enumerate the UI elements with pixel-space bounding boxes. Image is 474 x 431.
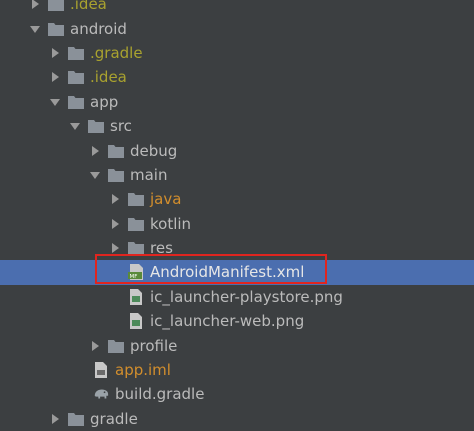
- tree-row-label: .gradle: [90, 43, 143, 62]
- tree-row-java[interactable]: java: [0, 187, 474, 211]
- manifest-file-icon: MF: [128, 264, 144, 281]
- tree-row-label: src: [110, 117, 132, 136]
- folder-icon: [108, 338, 124, 354]
- tree-row-label: android: [70, 19, 127, 38]
- tree-row-label: debug: [130, 141, 178, 160]
- tree-row-app-iml[interactable]: app.iml: [0, 358, 474, 382]
- tree-row-kotlin[interactable]: kotlin: [0, 212, 474, 236]
- tree-row-res[interactable]: res: [0, 236, 474, 260]
- chevron-right-icon[interactable]: [110, 218, 120, 229]
- tree-row-build-gradle[interactable]: build.gradle: [0, 382, 474, 406]
- tree-row-gradle[interactable]: gradle: [0, 407, 474, 431]
- tree-row-label: AndroidManifest.xml: [150, 263, 305, 282]
- folder-icon: [128, 191, 144, 207]
- chevron-right-icon[interactable]: [90, 145, 100, 156]
- tree-row-label: .idea: [70, 0, 107, 14]
- chevron-down-icon[interactable]: [30, 24, 40, 34]
- tree-row-gradle-cache[interactable]: .gradle: [0, 41, 474, 65]
- chevron-down-icon[interactable]: [70, 121, 80, 131]
- tree-row-label: app: [90, 92, 119, 111]
- project-tree: .idea android .gradle .idea app src debu…: [0, 0, 474, 431]
- image-file-icon: [128, 288, 144, 305]
- chevron-right-icon[interactable]: [50, 413, 60, 424]
- chevron-down-icon[interactable]: [50, 97, 60, 107]
- tree-row-src[interactable]: src: [0, 114, 474, 138]
- tree-row-label: .idea: [90, 68, 127, 87]
- chevron-down-icon[interactable]: [90, 170, 100, 180]
- folder-icon: [128, 216, 144, 232]
- folder-icon: [68, 45, 84, 61]
- folder-icon: [68, 69, 84, 85]
- tree-row-debug[interactable]: debug: [0, 138, 474, 162]
- folder-icon: [68, 94, 84, 110]
- chevron-right-icon[interactable]: [50, 72, 60, 83]
- chevron-right-icon[interactable]: [30, 0, 40, 10]
- tree-row-label: profile: [130, 336, 178, 355]
- folder-icon: [108, 167, 124, 183]
- tree-row-profile[interactable]: profile: [0, 333, 474, 357]
- tree-row-ic-launcher-web[interactable]: ic_launcher-web.png: [0, 309, 474, 333]
- folder-icon: [68, 411, 84, 427]
- tree-row-label: res: [150, 239, 173, 258]
- tree-row-main[interactable]: main: [0, 163, 474, 187]
- tree-row-label: ic_launcher-playstore.png: [150, 287, 343, 306]
- tree-row-label: gradle: [90, 409, 138, 428]
- image-file-icon: [128, 313, 144, 330]
- folder-icon: [128, 240, 144, 256]
- gradle-elephant-icon: [93, 386, 109, 402]
- svg-text:MF: MF: [130, 274, 138, 280]
- tree-row-label: main: [130, 165, 168, 184]
- chevron-right-icon[interactable]: [90, 340, 100, 351]
- chevron-right-icon[interactable]: [50, 47, 60, 58]
- tree-row-idea[interactable]: .idea: [0, 65, 474, 89]
- tree-row-app[interactable]: app: [0, 90, 474, 114]
- module-file-icon: [93, 362, 109, 379]
- chevron-right-icon[interactable]: [110, 194, 120, 205]
- tree-row-label: java: [150, 190, 182, 209]
- folder-icon: [88, 118, 104, 134]
- tree-row-label: ic_launcher-web.png: [150, 312, 305, 331]
- folder-icon: [48, 0, 64, 12]
- tree-row-android[interactable]: android: [0, 16, 474, 40]
- tree-row-idea-root[interactable]: .idea: [0, 0, 474, 16]
- tree-row-android-manifest[interactable]: MF AndroidManifest.xml: [0, 260, 474, 285]
- folder-icon: [48, 21, 64, 37]
- tree-row-ic-launcher-playstore[interactable]: ic_launcher-playstore.png: [0, 285, 474, 309]
- chevron-right-icon[interactable]: [110, 243, 120, 254]
- tree-row-label: kotlin: [150, 214, 192, 233]
- tree-row-label: app.iml: [115, 361, 171, 380]
- tree-row-label: build.gradle: [115, 385, 205, 404]
- folder-icon: [108, 143, 124, 159]
